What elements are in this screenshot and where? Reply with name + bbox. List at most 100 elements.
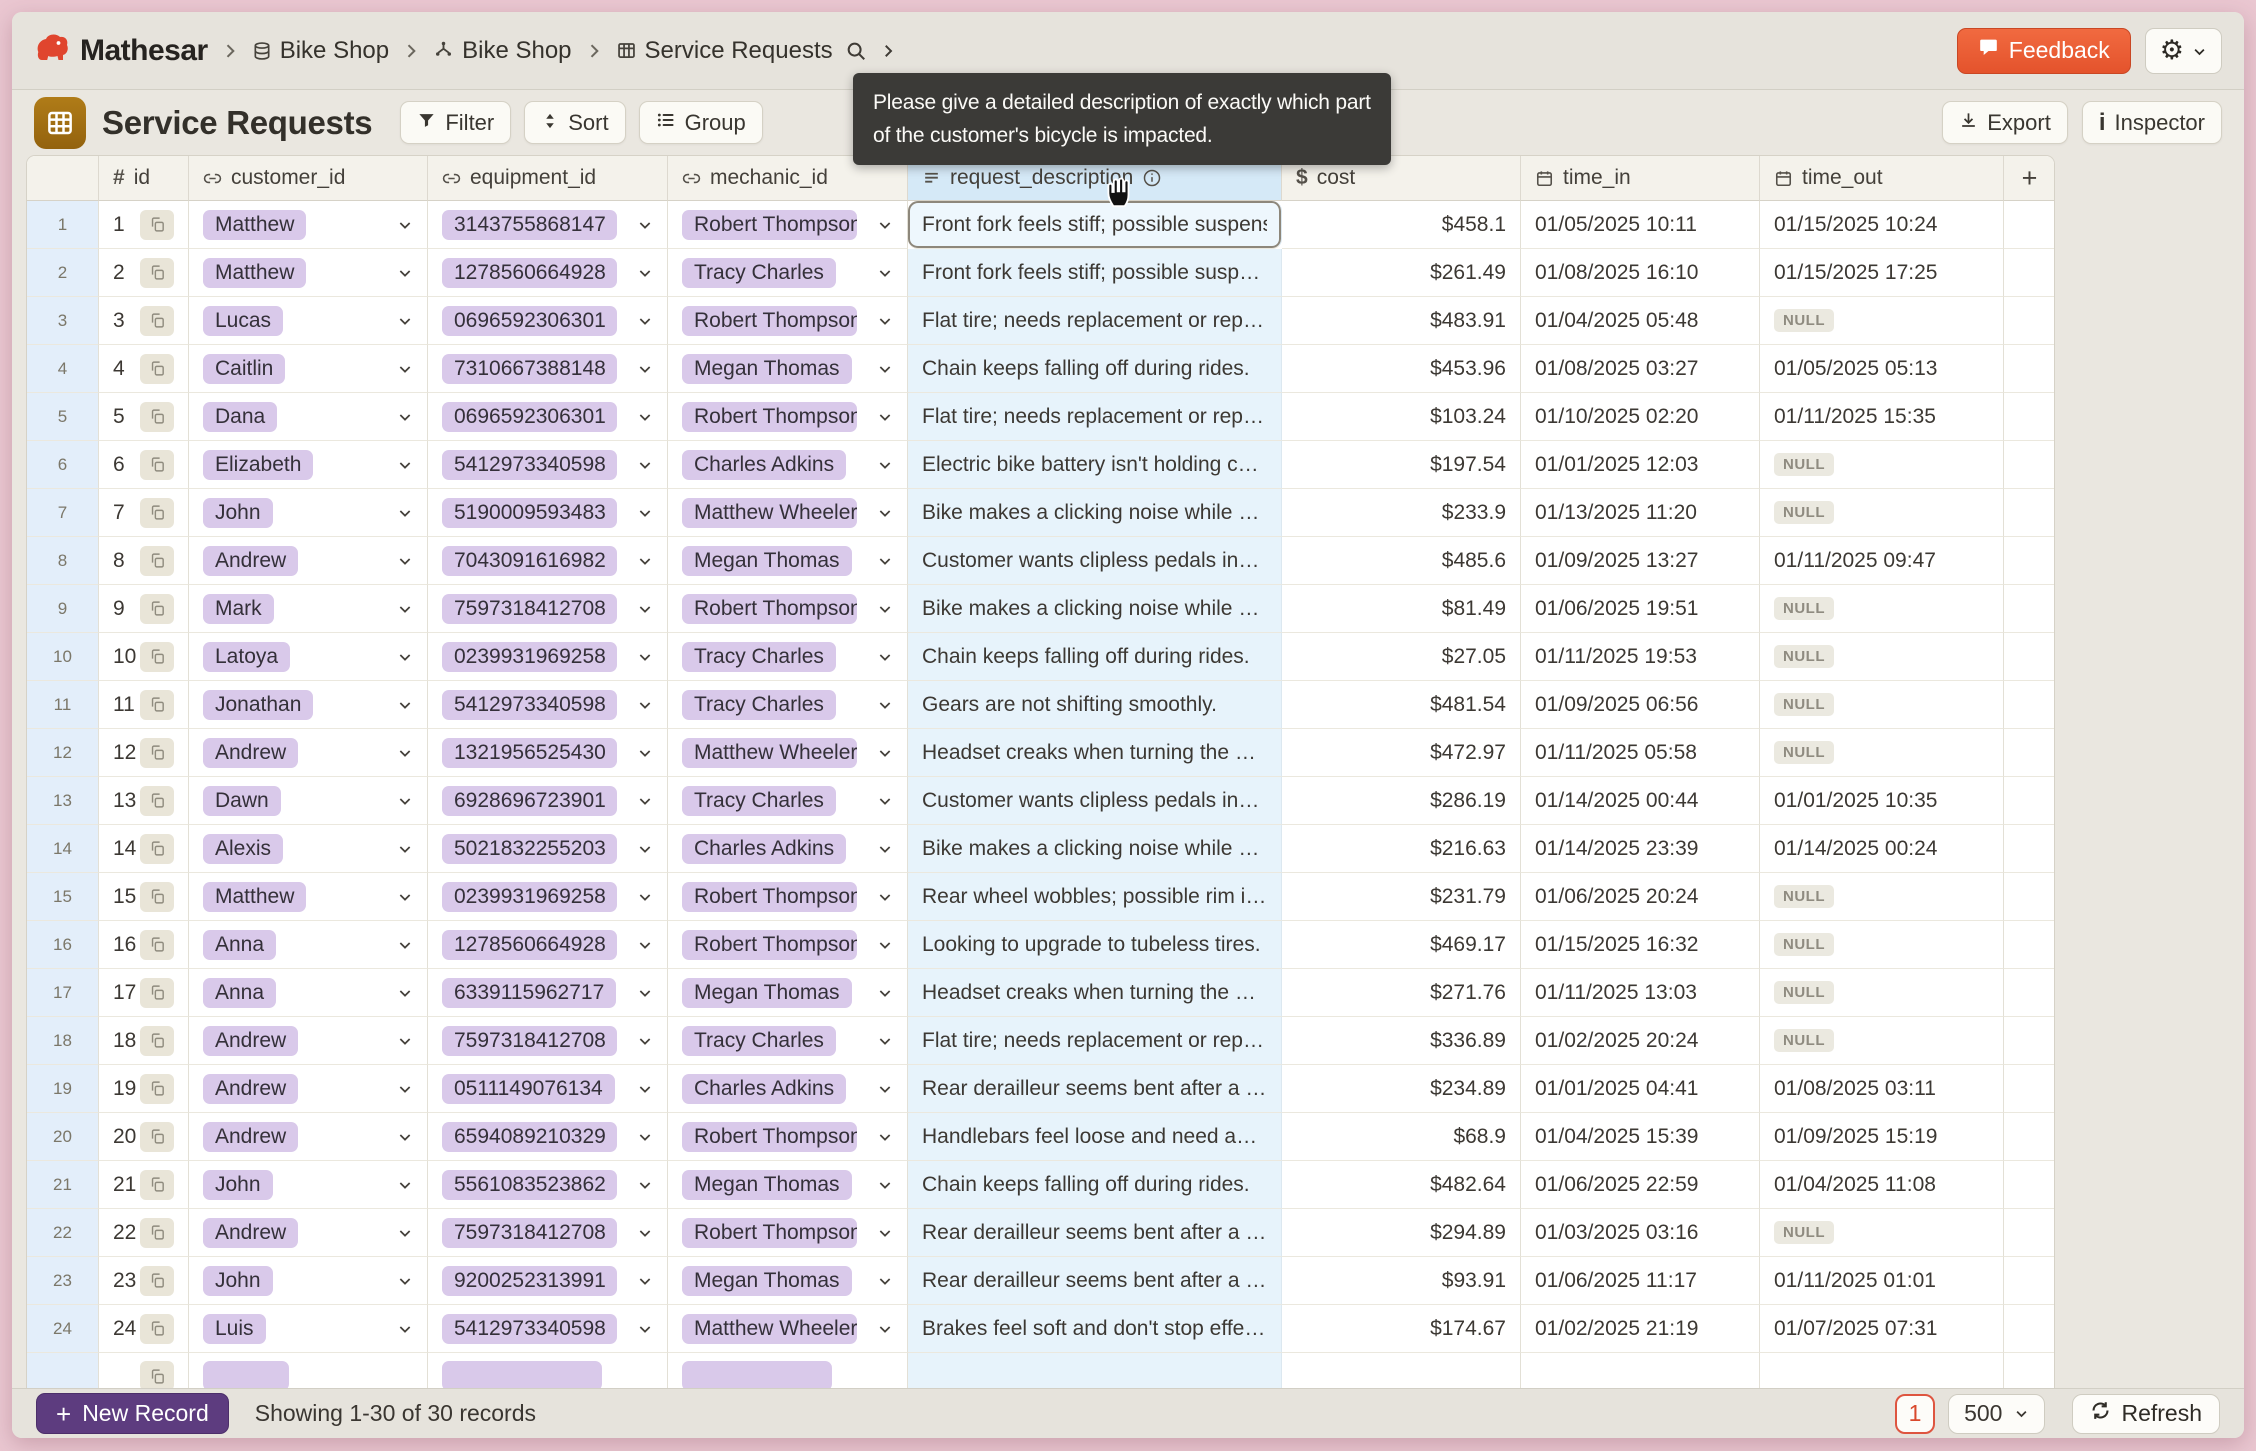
cell-equipment-id[interactable]: 9200252313991 [428, 1257, 668, 1305]
inspector-button[interactable]: i Inspector [2082, 101, 2222, 144]
chevron-down-icon[interactable] [397, 217, 413, 233]
cell-cost[interactable]: $174.67 [1282, 1305, 1521, 1353]
copy-record-link-button[interactable] [140, 882, 174, 912]
cell-equipment-id[interactable]: 7597318412708 [428, 585, 668, 633]
breadcrumb-database[interactable]: Bike Shop [252, 37, 389, 65]
cell-cost[interactable]: $68.9 [1282, 1113, 1521, 1161]
cell-equipment-id[interactable]: 7043091616982 [428, 537, 668, 585]
chevron-down-icon[interactable] [637, 745, 653, 761]
cell-time-out[interactable]: NULL [1760, 729, 2004, 777]
cell-customer-id[interactable]: Andrew [189, 1113, 428, 1161]
cell-time-out[interactable]: 01/15/2025 17:25 [1760, 249, 2004, 297]
cell-description[interactable]: Chain keeps falling off during rides. [908, 633, 1282, 681]
cell-cost[interactable]: $271.76 [1282, 969, 1521, 1017]
cell-description[interactable]: Headset creaks when turning the ha… [908, 969, 1282, 1017]
cell-customer-id[interactable]: Mark [189, 585, 428, 633]
copy-record-link-button[interactable] [140, 594, 174, 624]
chevron-down-icon[interactable] [637, 649, 653, 665]
cell-customer-id[interactable]: Caitlin [189, 345, 428, 393]
cell-cost[interactable]: $81.49 [1282, 585, 1521, 633]
row-number-cell[interactable]: 23 [27, 1257, 99, 1305]
cell-time-in[interactable]: 01/02/2025 21:19 [1521, 1305, 1760, 1353]
copy-record-link-button[interactable] [140, 1122, 174, 1152]
chevron-down-icon[interactable] [877, 409, 893, 425]
copy-record-link-button[interactable] [140, 546, 174, 576]
copy-record-link-button[interactable] [140, 1026, 174, 1056]
cell-equipment-id[interactable]: 5561083523862 [428, 1161, 668, 1209]
cell-mechanic-id[interactable]: Robert Thompson [668, 201, 908, 249]
select-all-header-cell[interactable] [27, 156, 99, 201]
cell-customer-id[interactable]: John [189, 1257, 428, 1305]
cell-time-in[interactable]: 01/14/2025 00:44 [1521, 777, 1760, 825]
chevron-down-icon[interactable] [637, 841, 653, 857]
chevron-down-icon[interactable] [397, 1081, 413, 1097]
cell-mechanic-id[interactable]: Megan Thomas [668, 1161, 908, 1209]
cell-time-out[interactable]: 01/09/2025 15:19 [1760, 1113, 2004, 1161]
cell-equipment-id[interactable]: 0696592306301 [428, 393, 668, 441]
cell-id[interactable]: 1 [99, 201, 189, 249]
chevron-down-icon[interactable] [397, 1177, 413, 1193]
cell-customer-id[interactable]: Andrew [189, 729, 428, 777]
chevron-down-icon[interactable] [397, 553, 413, 569]
cell-id[interactable]: 3 [99, 297, 189, 345]
cell-time-in[interactable]: 01/06/2025 19:51 [1521, 585, 1760, 633]
cell-description[interactable]: Looking to upgrade to tubeless tires. [908, 921, 1282, 969]
chevron-down-icon[interactable] [397, 889, 413, 905]
row-number-cell[interactable]: 19 [27, 1065, 99, 1113]
cell-time-out[interactable]: NULL [1760, 1209, 2004, 1257]
cell-cost[interactable]: $483.91 [1282, 297, 1521, 345]
cell-cost[interactable]: $482.64 [1282, 1161, 1521, 1209]
cell-time-out[interactable]: 01/04/2025 11:08 [1760, 1161, 2004, 1209]
cell-time-in[interactable]: 01/06/2025 20:24 [1521, 873, 1760, 921]
cell-description[interactable]: Brakes feel soft and don't stop effec… [908, 1305, 1282, 1353]
cell-time-in[interactable]: 01/11/2025 05:58 [1521, 729, 1760, 777]
column-header-equipment-id[interactable]: equipment_id [428, 156, 668, 201]
cell-cost[interactable]: $233.9 [1282, 489, 1521, 537]
chevron-down-icon[interactable] [637, 1177, 653, 1193]
cell-equipment-id[interactable]: 6594089210329 [428, 1113, 668, 1161]
cell-mechanic-id[interactable]: Charles Adkins [668, 441, 908, 489]
chevron-down-icon[interactable] [877, 361, 893, 377]
cell-id[interactable]: 7 [99, 489, 189, 537]
cell-id[interactable]: 19 [99, 1065, 189, 1113]
cell-id[interactable]: 23 [99, 1257, 189, 1305]
copy-record-link-button[interactable] [140, 690, 174, 720]
cell-time-out[interactable]: 01/11/2025 15:35 [1760, 393, 2004, 441]
chevron-down-icon[interactable] [877, 1321, 893, 1337]
chevron-down-icon[interactable] [637, 553, 653, 569]
chevron-down-icon[interactable] [637, 985, 653, 1001]
cell-time-out[interactable]: NULL [1760, 489, 2004, 537]
row-number-cell[interactable]: 14 [27, 825, 99, 873]
cell-description[interactable]: Rear derailleur seems bent after a cr… [908, 1257, 1282, 1305]
cell-time-in[interactable]: 01/11/2025 19:53 [1521, 633, 1760, 681]
cell-equipment-id[interactable]: 7597318412708 [428, 1209, 668, 1257]
chevron-down-icon[interactable] [877, 889, 893, 905]
cell-customer-id[interactable]: Latoya [189, 633, 428, 681]
cell-description[interactable]: Electric bike battery isn't holding ch… [908, 441, 1282, 489]
chevron-down-icon[interactable] [637, 1129, 653, 1145]
chevron-down-icon[interactable] [637, 1081, 653, 1097]
cell-id[interactable]: 8 [99, 537, 189, 585]
chevron-down-icon[interactable] [397, 937, 413, 953]
cell-equipment-id[interactable]: 7310667388148 [428, 345, 668, 393]
chevron-down-icon[interactable] [637, 601, 653, 617]
chevron-down-icon[interactable] [877, 985, 893, 1001]
chevron-down-icon[interactable] [637, 457, 653, 473]
chevron-down-icon[interactable] [397, 697, 413, 713]
cell-time-in[interactable]: 01/04/2025 15:39 [1521, 1113, 1760, 1161]
chevron-down-icon[interactable] [877, 553, 893, 569]
cell-time-in[interactable]: 01/02/2025 20:24 [1521, 1017, 1760, 1065]
row-number-cell[interactable]: 21 [27, 1161, 99, 1209]
cell-equipment-id[interactable]: 5412973340598 [428, 681, 668, 729]
cell-description[interactable]: Rear wheel wobbles; possible rim is… [908, 873, 1282, 921]
chevron-down-icon[interactable] [397, 745, 413, 761]
copy-record-link-button[interactable] [140, 834, 174, 864]
cell-cost[interactable]: $481.54 [1282, 681, 1521, 729]
copy-record-link-button[interactable] [140, 450, 174, 480]
sort-button[interactable]: Sort [524, 101, 625, 144]
page-number-button[interactable]: 1 [1895, 1394, 1935, 1434]
cell-cost[interactable]: $103.24 [1282, 393, 1521, 441]
cell-cost[interactable]: $231.79 [1282, 873, 1521, 921]
export-button[interactable]: Export [1942, 101, 2068, 144]
chevron-down-icon[interactable] [397, 1033, 413, 1049]
